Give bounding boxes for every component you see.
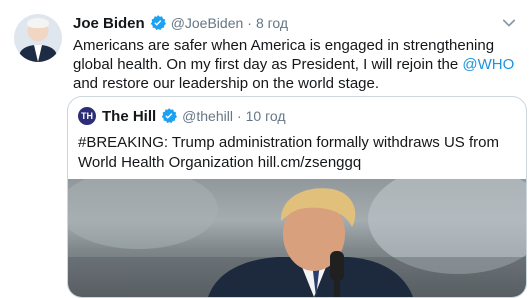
tweet-timestamp[interactable]: 8 год [256,15,288,31]
tweet[interactable]: Joe Biden @JoeBiden · 8 год Americans ar… [0,0,532,298]
author-handle[interactable]: @JoeBiden [171,15,244,31]
author-name[interactable]: Joe Biden [73,15,145,32]
quoted-tweet-timestamp[interactable]: 10 год [246,108,286,124]
quoted-avatar-logo[interactable]: TH [78,107,96,125]
quoted-tweet-image[interactable] [68,179,526,297]
avatar-hair [27,18,49,28]
tweet-header: Joe Biden @JoeBiden · 8 год [73,13,288,33]
separator-dot: · [247,15,252,31]
tweet-text-part: and restore our leadership on the world … [73,75,380,92]
quoted-author-name[interactable]: The Hill [102,108,156,125]
quoted-tweet-text: #BREAKING: Trump administration formally… [78,134,499,171]
mention-link[interactable]: @WHO [462,56,514,73]
quoted-author-handle[interactable]: @thehill [182,108,233,124]
verified-badge-icon [160,107,178,125]
quoted-tweet[interactable]: TH The Hill @thehill · 10 год #BREAKING:… [67,96,527,298]
quoted-tweet-header: TH The Hill @thehill · 10 год [78,107,286,125]
chevron-down-icon[interactable] [500,14,518,32]
separator-dot: · [236,108,242,124]
avatar[interactable] [14,14,62,62]
tweet-text-part: Americans are safer when America is enga… [73,37,495,73]
verified-badge-icon [149,14,167,32]
tweet-text: Americans are safer when America is enga… [73,36,523,93]
